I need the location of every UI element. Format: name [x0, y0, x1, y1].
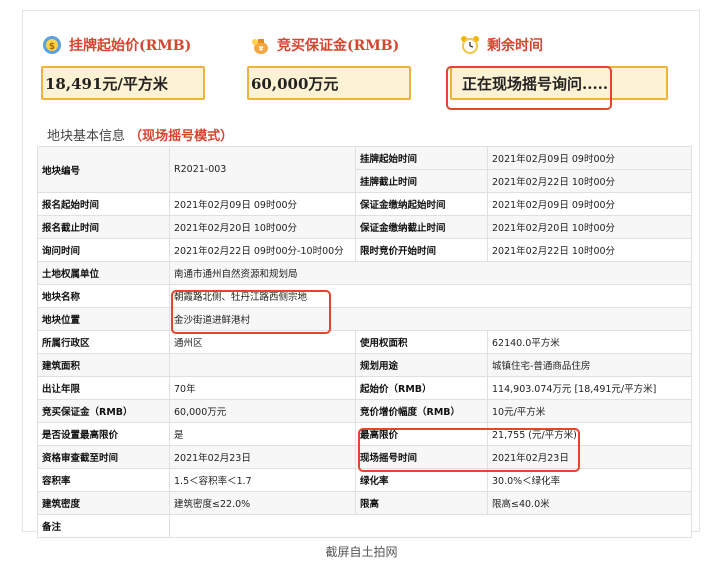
table-value: 2021年02月20日 10时00分	[487, 215, 692, 239]
table-key: 挂牌截止时间	[355, 169, 488, 193]
table-key: 规划用途	[355, 353, 488, 377]
remaining-value: 正在现场摇号询问.....	[462, 74, 609, 93]
table-value: 10元/平方米	[487, 399, 692, 423]
table-row: 土地权属单位 南通市通州自然资源和规划局	[37, 261, 692, 285]
table-key: 挂牌起始时间	[355, 146, 488, 170]
table-row: 竞买保证金（RMB） 60,000万元 竞价增价幅度（RMB） 10元/平方米	[37, 399, 692, 423]
table-value: 62140.0平方米	[487, 330, 692, 354]
alarm-clock-icon	[459, 34, 481, 56]
table-value: 2021年02月22日 10时00分	[487, 169, 692, 193]
table-key: 保证金缴纳截止时间	[355, 215, 488, 239]
table-key: 资格审查截至时间	[37, 445, 170, 469]
table-key: 地块位置	[37, 307, 170, 331]
table-value: 1.5＜容积率＜1.7	[169, 468, 356, 492]
table-value: R2021-003	[169, 146, 356, 193]
table-value: 通州区	[169, 330, 356, 354]
table-row: 地块编号 R2021-003 挂牌起始时间 2021年02月09日 09时00分	[37, 146, 692, 193]
deposit-header: ¥ 竞买保证金(RMB)	[249, 33, 399, 57]
price-coin-icon: $	[41, 34, 63, 56]
table-value: 2021年02月09日 09时00分	[487, 192, 692, 216]
table-value: 建筑密度≤22.0%	[169, 491, 356, 515]
table-key: 起始价（RMB）	[355, 376, 488, 400]
table-value: 南通市通州自然资源和规划局	[169, 261, 692, 285]
table-key: 备注	[37, 514, 170, 538]
table-row: 容积率 1.5＜容积率＜1.7 绿化率 30.0%＜绿化率	[37, 468, 692, 492]
table-key: 限时竞价开始时间	[355, 238, 488, 262]
start-price-header: $ 挂牌起始价(RMB)	[41, 33, 191, 57]
table-row: 报名截止时间 2021年02月20日 10时00分 保证金缴纳截止时间 2021…	[37, 215, 692, 239]
table-value: 2021年02月22日 10时00分	[487, 238, 692, 262]
land-info-table: 地块编号 R2021-003 挂牌起始时间 2021年02月09日 09时00分…	[37, 146, 692, 538]
table-row: 地块位置 金沙街道进鲜港村	[37, 307, 692, 331]
table-value: 21,755 (元/平方米)	[487, 422, 692, 446]
table-value: 2021年02月23日	[169, 445, 356, 469]
table-key: 询问时间	[37, 238, 170, 262]
remaining-value-box: 正在现场摇号询问.....	[450, 66, 668, 100]
table-key: 竞买保证金（RMB）	[37, 399, 170, 423]
svg-text:¥: ¥	[259, 45, 264, 53]
table-row: 地块名称 朝霞路北侧、牡丹江路西侧宗地	[37, 284, 692, 308]
table-value	[169, 514, 692, 538]
table-row: 建筑面积 规划用途 城镇住宅-普通商品住房	[37, 353, 692, 377]
table-value: 2021年02月22日 09时00分-10时00分	[169, 238, 356, 262]
section-title-text: 地块基本信息	[47, 129, 126, 144]
table-value: 2021年02月23日	[487, 445, 692, 469]
table-value: 2021年02月09日 09时00分	[487, 146, 692, 170]
table-value: 城镇住宅-普通商品住房	[487, 353, 692, 377]
table-row: 备注	[37, 514, 692, 538]
table-key: 建筑面积	[37, 353, 170, 377]
section-mode: （现场摇号模式）	[129, 129, 234, 144]
table-key: 所属行政区	[37, 330, 170, 354]
table-key: 竞价增价幅度（RMB）	[355, 399, 488, 423]
image-caption: 截屏自土拍网	[325, 545, 398, 559]
table-value: 金沙街道进鲜港村	[169, 307, 692, 331]
table-key: 绿化率	[355, 468, 488, 492]
table-key: 限高	[355, 491, 488, 515]
table-key: 土地权属单位	[37, 261, 170, 285]
table-row: 报名起始时间 2021年02月09日 09时00分 保证金缴纳起始时间 2021…	[37, 192, 692, 216]
table-value	[169, 353, 356, 377]
table-key: 是否设置最高限价	[37, 422, 170, 446]
remaining-label: 剩余时间	[487, 38, 543, 54]
table-value: 是	[169, 422, 356, 446]
table-key: 现场摇号时间	[355, 445, 488, 469]
table-key: 建筑密度	[37, 491, 170, 515]
table-key: 地块名称	[37, 284, 170, 308]
start-price-value: 18,491元/平方米	[45, 74, 168, 93]
table-value: 朝霞路北侧、牡丹江路西侧宗地	[169, 284, 692, 308]
table-row: 建筑密度 建筑密度≤22.0% 限高 限高≤40.0米	[37, 491, 692, 515]
table-key: 报名起始时间	[37, 192, 170, 216]
table-key: 地块编号	[37, 146, 170, 193]
table-value: 70年	[169, 376, 356, 400]
table-value: 30.0%＜绿化率	[487, 468, 692, 492]
table-value: 2021年02月20日 10时00分	[169, 215, 356, 239]
start-price-label: 挂牌起始价(RMB)	[69, 38, 192, 54]
table-value: 114,903.074万元 [18,491元/平方米]	[487, 376, 692, 400]
table-value: 限高≤40.0米	[487, 491, 692, 515]
table-key: 使用权面积	[355, 330, 488, 354]
deposit-value: 60,000万元	[251, 74, 339, 93]
table-key: 最高限价	[355, 422, 488, 446]
table-key: 出让年限	[37, 376, 170, 400]
start-price-value-box: 18,491元/平方米	[41, 66, 205, 100]
table-row: 是否设置最高限价 是 最高限价 21,755 (元/平方米)	[37, 422, 692, 446]
remaining-header: 剩余时间	[459, 33, 543, 57]
deposit-value-box: 60,000万元	[247, 66, 411, 100]
deposit-label: 竞买保证金(RMB)	[277, 38, 400, 54]
table-key: 容积率	[37, 468, 170, 492]
land-info-card: $ 挂牌起始价(RMB) ¥ 竞买保证金(RMB) 剩余时间 18,491元/平…	[22, 10, 700, 538]
table-value: 2021年02月09日 09时00分	[169, 192, 356, 216]
money-bag-icon: ¥	[249, 34, 271, 56]
table-row: 询问时间 2021年02月22日 09时00分-10时00分 限时竞价开始时间 …	[37, 238, 692, 262]
table-key: 报名截止时间	[37, 215, 170, 239]
table-key: 保证金缴纳起始时间	[355, 192, 488, 216]
section-title: 地块基本信息 （现场摇号模式）	[47, 125, 233, 144]
table-row: 出让年限 70年 起始价（RMB） 114,903.074万元 [18,491元…	[37, 376, 692, 400]
svg-text:$: $	[49, 42, 55, 52]
table-row: 所属行政区 通州区 使用权面积 62140.0平方米	[37, 330, 692, 354]
table-value: 60,000万元	[169, 399, 356, 423]
table-row: 资格审查截至时间 2021年02月23日 现场摇号时间 2021年02月23日	[37, 445, 692, 469]
